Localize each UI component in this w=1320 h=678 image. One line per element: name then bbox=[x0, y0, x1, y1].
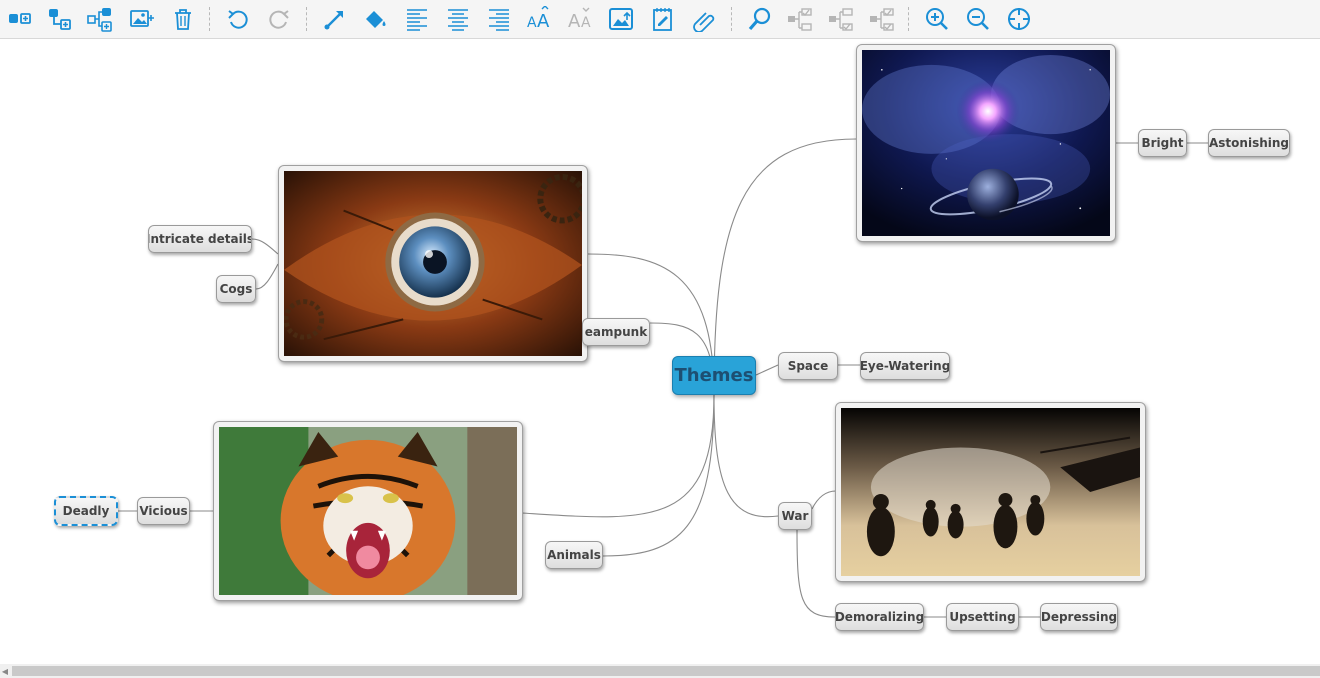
add-child-topics-button[interactable] bbox=[84, 4, 116, 34]
zoom-out-icon bbox=[967, 8, 989, 30]
svg-text:A: A bbox=[537, 11, 550, 32]
steampunk-eye-image bbox=[284, 171, 582, 356]
topic-depressing-label: Depressing bbox=[1040, 610, 1118, 624]
undo-icon bbox=[228, 10, 248, 29]
note-button[interactable] bbox=[647, 4, 679, 34]
increase-font-button[interactable]: AA bbox=[523, 4, 555, 34]
collapse-all-button[interactable] bbox=[866, 4, 898, 34]
steampunk-image-node[interactable] bbox=[278, 165, 588, 362]
topic-bright[interactable]: Bright bbox=[1138, 129, 1187, 157]
topic-eye-watering-label: Eye-Watering bbox=[860, 359, 950, 373]
toolbar: AA AA bbox=[0, 0, 1320, 39]
add-subtopic-button[interactable] bbox=[44, 4, 76, 34]
scrollbar-thumb[interactable] bbox=[12, 666, 1320, 676]
topic-space[interactable]: Space bbox=[778, 352, 838, 380]
tiger-image-node[interactable] bbox=[213, 421, 523, 601]
fill-color-button[interactable] bbox=[360, 4, 392, 34]
zoom-in-button[interactable] bbox=[921, 4, 953, 34]
topic-cogs-label: Cogs bbox=[219, 282, 253, 296]
space-nebula-image bbox=[862, 50, 1110, 236]
central-topic-label: Themes bbox=[674, 365, 754, 386]
fill-color-icon bbox=[366, 11, 386, 28]
topic-demoralizing-label: Demoralizing bbox=[835, 610, 924, 624]
topic-war-label: War bbox=[781, 509, 809, 523]
topic-demoralizing[interactable]: Demoralizing bbox=[835, 603, 924, 631]
war-image-node[interactable] bbox=[835, 402, 1146, 582]
insert-picture-icon bbox=[609, 8, 633, 30]
svg-text:A: A bbox=[527, 15, 537, 31]
expand-button[interactable] bbox=[784, 4, 816, 34]
collapse-icon bbox=[829, 8, 853, 31]
align-left-icon bbox=[407, 9, 427, 31]
insert-picture-button[interactable] bbox=[605, 4, 637, 34]
link-icon bbox=[693, 12, 715, 32]
central-topic-themes[interactable]: Themes bbox=[672, 356, 756, 395]
add-subtopic-icon bbox=[49, 9, 71, 30]
center-button[interactable] bbox=[1003, 4, 1035, 34]
align-right-button[interactable] bbox=[483, 4, 515, 34]
add-topic-icon bbox=[9, 13, 31, 24]
topic-intricate-details[interactable]: Intricate details bbox=[148, 225, 252, 253]
topic-bright-label: Bright bbox=[1141, 136, 1184, 150]
connector-button[interactable] bbox=[319, 4, 351, 34]
decrease-font-button[interactable]: AA bbox=[564, 4, 596, 34]
topic-vicious[interactable]: Vicious bbox=[137, 497, 190, 525]
mindmap-canvas[interactable]: Themes eampunk Intricate details Cogs Sp… bbox=[0, 39, 1320, 664]
topic-animals[interactable]: Animals bbox=[545, 541, 603, 569]
add-child-topics-icon bbox=[87, 8, 112, 32]
zoom-in-icon bbox=[926, 8, 948, 30]
scroll-left-arrow-icon[interactable]: ◀ bbox=[0, 664, 10, 678]
link-button[interactable] bbox=[688, 4, 720, 34]
collapse-all-icon bbox=[870, 8, 894, 31]
add-image-button[interactable] bbox=[126, 4, 158, 34]
decrease-font-icon: AA bbox=[568, 7, 591, 32]
zoom-out-button[interactable] bbox=[962, 4, 994, 34]
align-right-icon bbox=[489, 9, 509, 31]
topic-animals-label: Animals bbox=[547, 548, 601, 562]
topic-cogs[interactable]: Cogs bbox=[216, 275, 256, 303]
topic-war[interactable]: War bbox=[778, 502, 812, 530]
align-center-button[interactable] bbox=[442, 4, 474, 34]
topic-eye-watering[interactable]: Eye-Watering bbox=[860, 352, 950, 380]
space-image-node[interactable] bbox=[856, 44, 1116, 242]
delete-button[interactable] bbox=[167, 4, 199, 34]
redo-icon bbox=[269, 10, 289, 29]
find-button[interactable] bbox=[744, 4, 776, 34]
topic-astonishing[interactable]: Astonishing bbox=[1208, 129, 1290, 157]
align-center-icon bbox=[448, 9, 468, 31]
topic-astonishing-label: Astonishing bbox=[1209, 136, 1289, 150]
undo-button[interactable] bbox=[222, 4, 254, 34]
note-icon bbox=[653, 8, 672, 31]
svg-text:A: A bbox=[568, 11, 581, 32]
topic-depressing[interactable]: Depressing bbox=[1040, 603, 1118, 631]
tiger-image bbox=[219, 427, 517, 595]
topic-vicious-label: Vicious bbox=[139, 504, 188, 518]
connector-icon bbox=[324, 11, 343, 30]
topic-upsetting-label: Upsetting bbox=[949, 610, 1016, 624]
delete-icon bbox=[175, 9, 191, 30]
add-topic-button[interactable] bbox=[4, 4, 36, 34]
find-icon bbox=[748, 7, 771, 31]
collapse-button[interactable] bbox=[825, 4, 857, 34]
topic-deadly-selected[interactable]: Deadly bbox=[54, 496, 118, 526]
topic-upsetting[interactable]: Upsetting bbox=[946, 603, 1019, 631]
align-left-button[interactable] bbox=[401, 4, 433, 34]
horizontal-scrollbar[interactable]: ◀ bbox=[0, 664, 1320, 678]
increase-font-icon: AA bbox=[527, 6, 550, 32]
war-soldiers-image bbox=[841, 408, 1140, 576]
topic-deadly-label: Deadly bbox=[62, 504, 110, 518]
expand-icon bbox=[788, 8, 812, 31]
topic-space-label: Space bbox=[787, 359, 829, 373]
svg-text:A: A bbox=[581, 15, 591, 31]
redo-button[interactable] bbox=[263, 4, 295, 34]
topic-steampunk-label: eampunk bbox=[584, 325, 648, 339]
topic-steampunk[interactable]: eampunk bbox=[582, 318, 650, 346]
topic-intricate-details-label: Intricate details bbox=[148, 232, 252, 246]
center-icon bbox=[1008, 8, 1030, 30]
add-image-icon bbox=[130, 10, 154, 27]
